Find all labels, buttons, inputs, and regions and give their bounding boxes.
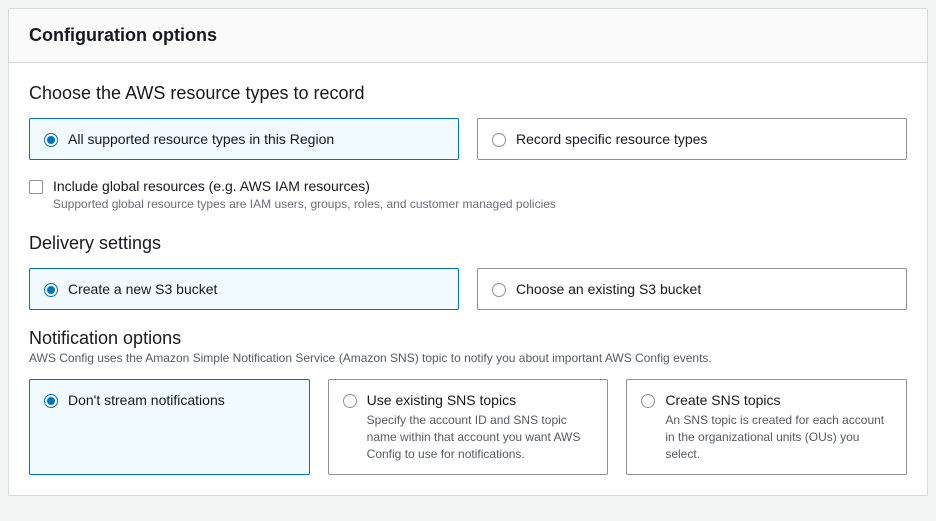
notification-option-create-topics[interactable]: Create SNS topics An SNS topic is create… — [626, 379, 907, 475]
panel-body: Choose the AWS resource types to record … — [9, 63, 927, 495]
notification-radio-group: Don't stream notifications Use existing … — [29, 379, 907, 475]
radio-icon — [492, 133, 506, 147]
radio-icon — [44, 133, 58, 147]
notification-section-sub: AWS Config uses the Amazon Simple Notifi… — [29, 351, 907, 365]
record-option-all-supported[interactable]: All supported resource types in this Reg… — [29, 118, 459, 160]
radio-label: All supported resource types in this Reg… — [68, 131, 444, 147]
record-radio-group: All supported resource types in this Reg… — [29, 118, 907, 160]
checkbox-icon — [29, 180, 43, 194]
radio-label: Use existing SNS topics — [367, 392, 594, 408]
radio-icon — [641, 394, 655, 408]
radio-label: Create SNS topics — [665, 392, 892, 408]
radio-label: Choose an existing S3 bucket — [516, 281, 892, 297]
record-option-specific[interactable]: Record specific resource types — [477, 118, 907, 160]
checkbox-label: Include global resources (e.g. AWS IAM r… — [53, 178, 907, 194]
radio-label: Create a new S3 bucket — [68, 281, 444, 297]
radio-icon — [343, 394, 357, 408]
notification-option-dont-stream[interactable]: Don't stream notifications — [29, 379, 310, 475]
delivery-option-existing-bucket[interactable]: Choose an existing S3 bucket — [477, 268, 907, 310]
radio-label: Record specific resource types — [516, 131, 892, 147]
panel-title: Configuration options — [29, 25, 907, 46]
configuration-options-panel: Configuration options Choose the AWS res… — [8, 8, 928, 496]
notification-section-title: Notification options — [29, 328, 907, 349]
radio-icon — [44, 283, 58, 297]
radio-icon — [44, 394, 58, 408]
delivery-section: Delivery settings Create a new S3 bucket… — [29, 233, 907, 310]
radio-desc: An SNS topic is created for each account… — [665, 412, 892, 462]
include-global-checkbox[interactable]: Include global resources (e.g. AWS IAM r… — [29, 178, 907, 211]
delivery-section-title: Delivery settings — [29, 233, 907, 254]
notification-option-use-existing[interactable]: Use existing SNS topics Specify the acco… — [328, 379, 609, 475]
radio-icon — [492, 283, 506, 297]
delivery-option-create-bucket[interactable]: Create a new S3 bucket — [29, 268, 459, 310]
record-section: Choose the AWS resource types to record … — [29, 83, 907, 211]
checkbox-hint: Supported global resource types are IAM … — [53, 197, 907, 211]
record-section-title: Choose the AWS resource types to record — [29, 83, 907, 104]
notification-section: Notification options AWS Config uses the… — [29, 328, 907, 475]
delivery-radio-group: Create a new S3 bucket Choose an existin… — [29, 268, 907, 310]
panel-header: Configuration options — [9, 9, 927, 63]
radio-label: Don't stream notifications — [68, 392, 295, 408]
radio-desc: Specify the account ID and SNS topic nam… — [367, 412, 594, 462]
